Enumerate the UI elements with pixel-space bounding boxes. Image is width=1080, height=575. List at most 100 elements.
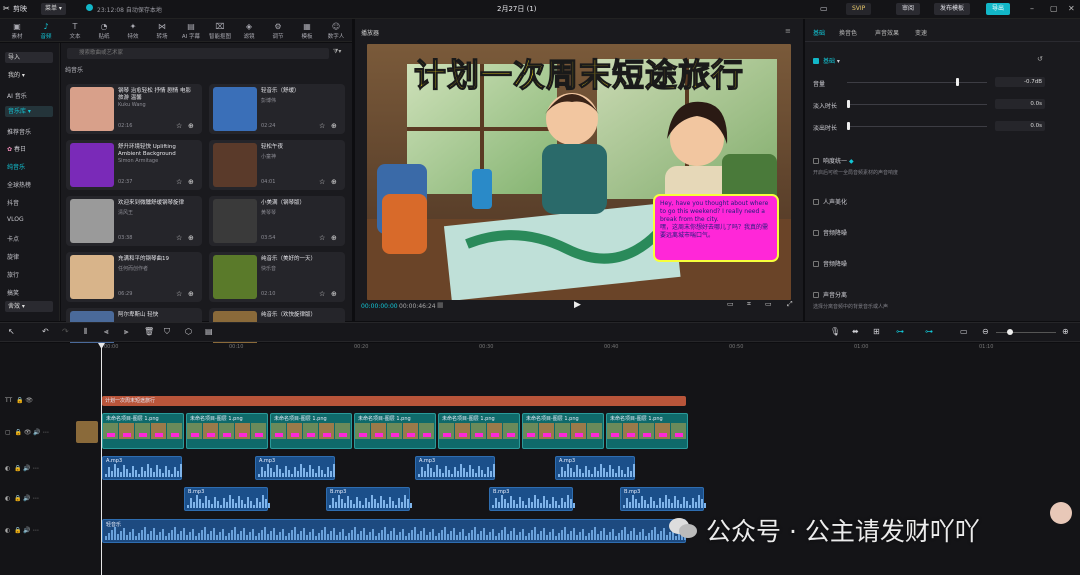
nav-spring[interactable]: ✿ 春日: [7, 144, 26, 153]
split-icon[interactable]: ⫴: [84, 327, 87, 337]
nav-music-library[interactable]: 音乐库 ▾: [5, 106, 53, 117]
separate-checkbox[interactable]: [813, 292, 819, 298]
redo-icon[interactable]: ↷: [62, 327, 69, 336]
tab-5[interactable]: ⋈ 转场: [149, 22, 175, 40]
favorite-icon[interactable]: ☆: [176, 290, 182, 298]
nav-ai-music[interactable]: AI 音乐: [7, 91, 27, 100]
crop-icon[interactable]: ⌗: [747, 300, 751, 309]
music-card[interactable]: 欢迎来到微醺舒缓钢琴旋律 清风王 03:38 ☆ ⊕: [66, 196, 202, 246]
review-button[interactable]: 审阅: [896, 3, 921, 15]
voice-enhance[interactable]: 人声美化: [813, 197, 847, 206]
add-icon[interactable]: ⊕: [331, 290, 337, 298]
audio-clip-b[interactable]: B.mp3: [620, 487, 706, 511]
nav-travel[interactable]: 旅行: [7, 270, 19, 279]
music-card[interactable]: 轻音乐（舒缓） 彭博伟 02:24 ☆ ⊕: [209, 84, 345, 134]
favorite-icon[interactable]: ☆: [176, 178, 182, 186]
tab-speed[interactable]: 变速: [915, 28, 927, 37]
tab-2[interactable]: T 文本: [62, 22, 88, 40]
add-icon[interactable]: ⊕: [188, 178, 194, 186]
split-left-icon[interactable]: ⫷: [104, 327, 109, 337]
basic-checkbox[interactable]: [813, 58, 819, 64]
favorite-icon[interactable]: ☆: [176, 122, 182, 130]
nav-funny[interactable]: 搞笑: [7, 288, 19, 297]
audio-clip-b[interactable]: B.mp3: [184, 487, 270, 511]
tab-7[interactable]: ⌧ 智能抠图: [207, 22, 233, 40]
audio-clip-b[interactable]: B.mp3: [326, 487, 412, 511]
audio-clip-a[interactable]: A.mp3: [555, 456, 635, 480]
maximize-icon[interactable]: ▢: [1050, 4, 1058, 13]
music-card[interactable]: 小美满（钢琴版） 黄琴琴 03:54 ☆ ⊕: [209, 196, 345, 246]
audio-clip-a[interactable]: A.mp3: [255, 456, 335, 480]
nav-douyin[interactable]: 抖音: [7, 198, 19, 207]
volume-slider-handle[interactable]: [956, 78, 959, 86]
project-name[interactable]: 2月27日 (1): [497, 4, 537, 14]
music-search-input[interactable]: 搜索歌曲或艺术家: [67, 48, 329, 59]
svip-button[interactable]: SVIP: [846, 3, 872, 15]
fade-in-slider[interactable]: [847, 104, 987, 105]
nav-pure-music[interactable]: 纯音乐: [7, 162, 25, 171]
tab-9[interactable]: ⚙ 调节: [265, 22, 291, 40]
captions-icon[interactable]: ▤: [205, 327, 213, 336]
reset-icon[interactable]: ↺: [1037, 55, 1043, 63]
fit-icon[interactable]: ▭: [727, 300, 734, 308]
nav-vlog[interactable]: VLOG: [7, 216, 24, 223]
add-icon[interactable]: ⊕: [188, 122, 194, 130]
video-clip[interactable]: 未命名项目-图层 1.png: [270, 413, 352, 449]
text-clip[interactable]: 计划一次周末短途旅行: [102, 396, 686, 406]
voice-separation[interactable]: 声音分离: [813, 290, 847, 299]
ratio-icon[interactable]: ▭: [765, 300, 772, 308]
tab-4[interactable]: ✦ 特效: [120, 22, 146, 40]
zoom-slider[interactable]: [996, 332, 1056, 333]
bgm-clip[interactable]: 轻音乐: [102, 519, 686, 543]
volume-value[interactable]: -0.7dB: [995, 77, 1045, 87]
mic-icon[interactable]: 🎙: [830, 327, 840, 336]
zoom-out-icon[interactable]: ⊖: [982, 327, 989, 336]
fade-in-handle[interactable]: [847, 100, 850, 108]
fullscreen-icon[interactable]: ⤢: [787, 300, 793, 309]
fade-in-value[interactable]: 0.0s: [995, 99, 1045, 109]
playhead[interactable]: [101, 343, 102, 575]
tab-10[interactable]: ▦ 模板: [294, 22, 320, 40]
audio-clip-a[interactable]: A.mp3: [102, 456, 182, 480]
fade-out-handle[interactable]: [847, 122, 850, 130]
audio-clip-b[interactable]: B.mp3: [489, 487, 575, 511]
music-card[interactable]: 轻松午夜 小童神 04:01 ☆ ⊕: [209, 140, 345, 190]
fade-out-value[interactable]: 0.0s: [995, 121, 1045, 131]
nav-kadian[interactable]: 卡点: [7, 234, 19, 243]
export-button[interactable]: 导出: [986, 3, 1011, 15]
add-icon[interactable]: ⊕: [331, 234, 337, 242]
nav-trending[interactable]: 全球热榜: [7, 180, 31, 189]
add-icon[interactable]: ⊕: [188, 234, 194, 242]
caption-icon[interactable]: ▭: [960, 327, 968, 336]
dereverb[interactable]: 音频降噪: [813, 228, 847, 237]
link-icon[interactable]: ⬌: [852, 327, 859, 336]
favorite-icon[interactable]: ☆: [319, 234, 325, 242]
video-preview[interactable]: 计划一次周末短途旅行 Hey, have you thought about w…: [367, 44, 791, 300]
preview-axis-icon[interactable]: ⊶: [925, 327, 933, 336]
play-icon[interactable]: ▶: [574, 300, 581, 310]
cover-thumbnail[interactable]: [76, 421, 98, 443]
add-icon[interactable]: ⊕: [331, 122, 337, 130]
music-card[interactable]: 纯音乐（美好的一天） 快乐音 02:10 ☆ ⊕: [209, 252, 345, 302]
split-right-icon[interactable]: ⫸: [124, 327, 129, 337]
tab-0[interactable]: ▣ 素材: [4, 22, 30, 40]
add-icon[interactable]: ⊕: [331, 178, 337, 186]
tab-1[interactable]: ♪ 音频: [33, 22, 59, 40]
denoise[interactable]: 音频降噪: [813, 259, 847, 268]
favorite-icon[interactable]: ☆: [319, 122, 325, 130]
tab-8[interactable]: ◈ 滤镜: [236, 22, 262, 40]
tab-6[interactable]: ▤ AI 字幕: [178, 22, 204, 40]
loudness-normalize[interactable]: 响度统一 ◆: [813, 156, 854, 165]
delete-icon[interactable]: 🗑: [144, 327, 154, 336]
zoom-handle[interactable]: [1007, 329, 1013, 335]
tab-3[interactable]: ◔ 贴纸: [91, 22, 117, 40]
freeze-icon[interactable]: ⬡: [185, 327, 192, 336]
video-clip[interactable]: 未命名项目-图层 1.png: [606, 413, 688, 449]
publish-template-button[interactable]: 发布模板: [934, 3, 971, 15]
mark-icon[interactable]: ⛉: [164, 327, 170, 337]
close-icon[interactable]: ✕: [1068, 4, 1075, 13]
video-clip[interactable]: 未命名项目-图层 1.png: [186, 413, 268, 449]
timecode-icon[interactable]: ▦: [437, 301, 444, 309]
dereverb-checkbox[interactable]: [813, 230, 819, 236]
nav-mine[interactable]: 我的 ▾: [5, 70, 53, 81]
